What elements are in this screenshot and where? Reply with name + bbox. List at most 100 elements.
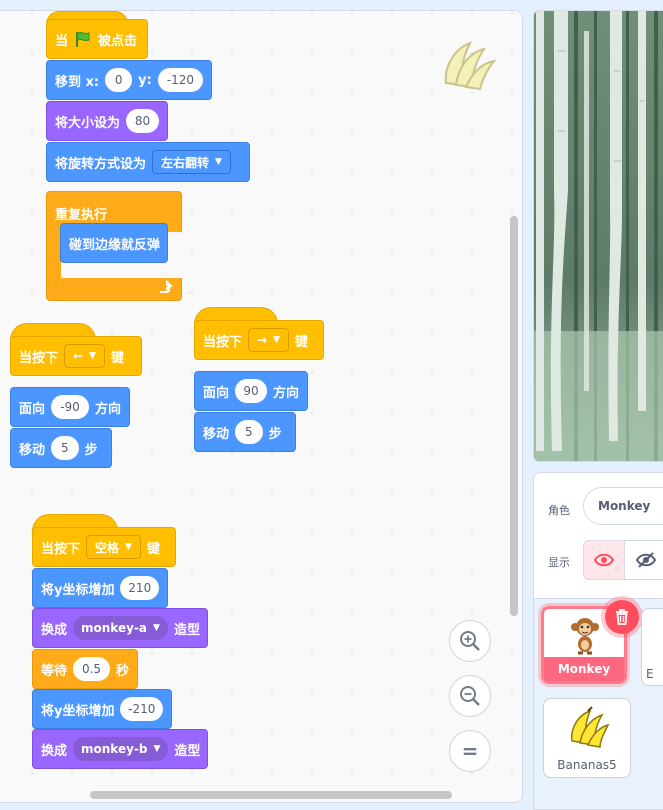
rotation-value: 左右翻转 xyxy=(161,155,210,170)
forest-backdrop xyxy=(534,11,663,461)
when-key-pressed-left-block[interactable]: 当按下 ← ▼ 键 xyxy=(10,336,142,376)
costume-value: monkey-a xyxy=(81,621,148,635)
point-direction-block[interactable]: 面向 90 方向 xyxy=(194,371,308,411)
set-size-block[interactable]: 将大小设为 80 xyxy=(46,101,168,141)
trash-icon xyxy=(616,609,628,625)
chevron-down-icon: ▼ xyxy=(273,335,280,345)
costume-dropdown[interactable]: monkey-a ▼ xyxy=(73,616,168,640)
costume2-dropdown[interactable]: monkey-b ▼ xyxy=(73,737,169,761)
move-label: 移动 xyxy=(203,426,230,442)
partial-tile-label: E xyxy=(646,667,654,681)
hat-prefix: 当 xyxy=(55,33,69,49)
zoom-in-button[interactable] xyxy=(449,620,491,662)
change-y-block-2[interactable]: 将y坐标增加 -210 xyxy=(32,689,172,729)
move-label: 移动 xyxy=(19,442,46,458)
costume-label: 换成 xyxy=(41,622,68,638)
move-steps-block[interactable]: 移动 5 步 xyxy=(10,428,112,468)
key-value: ← xyxy=(73,349,84,363)
size-input[interactable]: 80 xyxy=(126,109,159,133)
move-suffix: 步 xyxy=(84,442,98,458)
key-dropdown-left[interactable]: ← ▼ xyxy=(64,344,105,368)
chevron-down-icon: ▼ xyxy=(215,157,222,167)
goto-label: 移到 x: xyxy=(55,74,100,90)
set-rotation-style-block[interactable]: 将旋转方式设为 左右翻转 ▼ xyxy=(46,142,250,182)
direction-input[interactable]: 90 xyxy=(235,379,267,403)
monkey-icon xyxy=(571,618,599,655)
chevron-down-icon: ▼ xyxy=(125,542,132,552)
change-y-block[interactable]: 将y坐标增加 210 xyxy=(32,568,168,608)
horizontal-scrollbar[interactable] xyxy=(90,791,452,799)
sprite-tile-label: Monkey xyxy=(544,657,624,681)
point-direction-block[interactable]: 面向 -90 方向 xyxy=(10,387,130,427)
costume2-suffix: 造型 xyxy=(174,743,201,759)
change-y-label: 将y坐标增加 xyxy=(41,582,115,598)
key-suffix: 键 xyxy=(295,334,309,350)
sprite-tile-bananas[interactable]: Bananas5 xyxy=(543,698,631,778)
sprite-tile-label: Bananas5 xyxy=(557,758,617,772)
sprite-name-input[interactable]: Monkey xyxy=(583,487,663,525)
when-flag-clicked-block[interactable]: 当 被点击 xyxy=(46,19,148,59)
loop-arrow-icon xyxy=(160,280,173,293)
point-label: 面向 xyxy=(19,401,46,417)
show-sprite-button[interactable] xyxy=(583,540,625,580)
key-dropdown-space[interactable]: 空格 ▼ xyxy=(86,535,141,559)
vertical-scrollbar[interactable] xyxy=(510,216,518,616)
change-y-input[interactable]: 210 xyxy=(120,576,159,600)
point-label: 面向 xyxy=(203,385,230,401)
rotation-dropdown[interactable]: 左右翻转 ▼ xyxy=(152,150,231,174)
point-suffix: 方向 xyxy=(94,401,121,417)
hat-suffix: 被点击 xyxy=(98,33,138,49)
key-value: → xyxy=(257,333,268,347)
size-label: 将大小设为 xyxy=(55,115,121,131)
hide-sprite-button[interactable] xyxy=(625,540,663,580)
goto-y-input[interactable]: -120 xyxy=(157,68,203,92)
wait-input[interactable]: 0.5 xyxy=(73,657,110,681)
switch-costume-block[interactable]: 换成 monkey-a ▼ 造型 xyxy=(32,608,208,648)
direction-input[interactable]: -90 xyxy=(51,395,89,419)
show-label: 显示 xyxy=(548,556,570,569)
bounce-label: 碰到边缘就反弹 xyxy=(69,237,161,253)
rotation-label: 将旋转方式设为 xyxy=(55,156,147,172)
when-key-pressed-right-block[interactable]: 当按下 → ▼ 键 xyxy=(194,320,324,360)
steps-input[interactable]: 5 xyxy=(235,420,263,444)
when-key-pressed-space-block[interactable]: 当按下 空格 ▼ 键 xyxy=(32,527,176,567)
code-workspace[interactable]: 当 被点击 移到 x: 0 y: -120 将大小设为 80 将旋转方式设为 左… xyxy=(0,10,523,803)
wait-suffix: 秒 xyxy=(115,663,129,679)
eye-slash-icon xyxy=(635,552,656,568)
forever-label: 重复执行 xyxy=(55,208,108,223)
key-dropdown-right[interactable]: → ▼ xyxy=(248,328,289,352)
delete-sprite-button[interactable] xyxy=(605,600,639,634)
costume2-value: monkey-b xyxy=(81,742,148,756)
hat-label: 当按下 xyxy=(203,334,243,350)
move-steps-block[interactable]: 移动 5 步 xyxy=(194,412,296,452)
change-y2-label: 将y坐标增加 xyxy=(41,703,115,719)
bananas-icon xyxy=(570,706,610,748)
move-suffix: 步 xyxy=(268,426,282,442)
costume2-label: 换成 xyxy=(41,743,68,759)
goto-y-label: y: xyxy=(138,72,152,88)
zoom-reset-button[interactable]: = xyxy=(449,730,491,772)
switch-costume-block-2[interactable]: 换成 monkey-b ▼ 造型 xyxy=(32,729,208,769)
chevron-down-icon: ▼ xyxy=(153,623,160,633)
eye-icon xyxy=(594,553,614,567)
hat-label: 当按下 xyxy=(41,541,81,557)
chevron-down-icon: ▼ xyxy=(153,744,161,754)
zoom-out-button[interactable] xyxy=(449,675,491,717)
green-flag-icon xyxy=(76,31,90,47)
zoom-reset-icon: = xyxy=(461,739,479,763)
change-y2-input[interactable]: -210 xyxy=(120,697,163,721)
key-suffix: 键 xyxy=(146,541,160,557)
wait-block[interactable]: 等待 0.5 秒 xyxy=(32,649,138,689)
chevron-down-icon: ▼ xyxy=(89,351,96,361)
zoom-in-icon xyxy=(460,631,480,651)
steps-input[interactable]: 5 xyxy=(51,436,79,460)
goto-x-input[interactable]: 0 xyxy=(105,68,133,92)
bounce-on-edge-block[interactable]: 碰到边缘就反弹 xyxy=(60,223,168,263)
key-value: 空格 xyxy=(95,540,120,555)
stage-canvas[interactable] xyxy=(533,10,663,462)
point-suffix: 方向 xyxy=(272,385,299,401)
key-suffix: 键 xyxy=(111,350,125,366)
sprite-tile-partial[interactable]: E xyxy=(641,608,663,686)
wait-label: 等待 xyxy=(41,663,68,679)
goto-xy-block[interactable]: 移到 x: 0 y: -120 xyxy=(46,60,212,100)
